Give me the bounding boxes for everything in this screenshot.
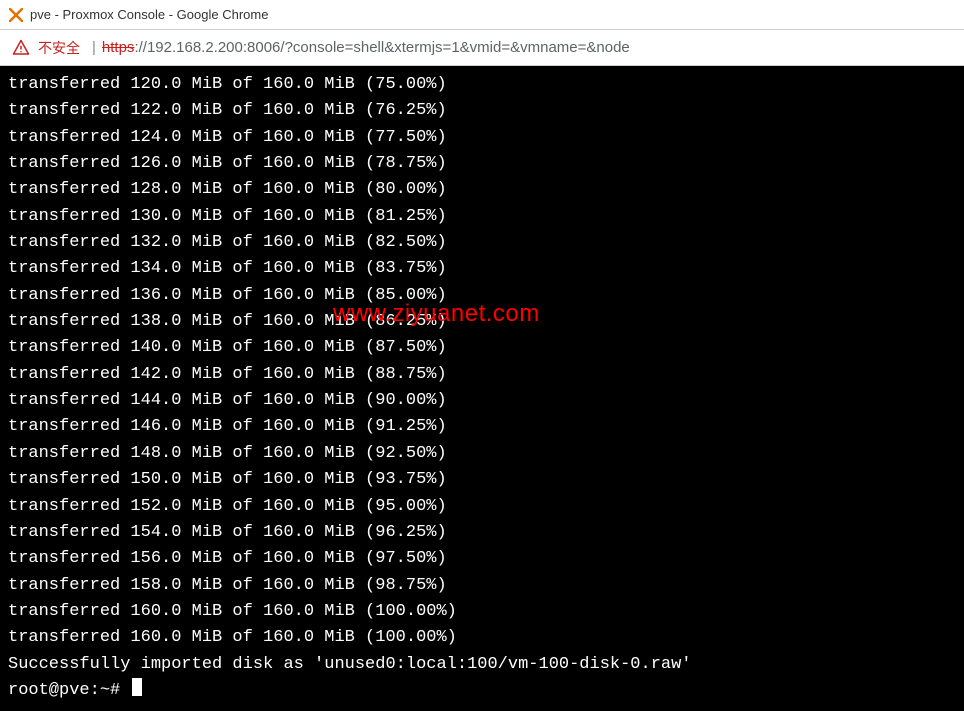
- prompt-user: root@pve: [8, 681, 90, 700]
- prompt-path: ~: [100, 681, 110, 700]
- window-title-bar: pve - Proxmox Console - Google Chrome: [0, 0, 964, 30]
- terminal-line: transferred 160.0 MiB of 160.0 MiB (100.…: [8, 599, 956, 625]
- terminal-line: transferred 134.0 MiB of 160.0 MiB (83.7…: [8, 256, 956, 282]
- terminal-line: transferred 132.0 MiB of 160.0 MiB (82.5…: [8, 230, 956, 256]
- warning-icon: [12, 39, 30, 57]
- terminal-line: transferred 148.0 MiB of 160.0 MiB (92.5…: [8, 441, 956, 467]
- address-divider: |: [92, 39, 96, 56]
- terminal-line: transferred 142.0 MiB of 160.0 MiB (88.7…: [8, 362, 956, 388]
- not-secure-label: 不安全: [38, 38, 80, 58]
- terminal-line: transferred 144.0 MiB of 160.0 MiB (90.0…: [8, 388, 956, 414]
- terminal-line: transferred 124.0 MiB of 160.0 MiB (77.5…: [8, 125, 956, 151]
- terminal-line: transferred 138.0 MiB of 160.0 MiB (86.2…: [8, 309, 956, 335]
- terminal-line: transferred 120.0 MiB of 160.0 MiB (75.0…: [8, 72, 956, 98]
- terminal-line: transferred 152.0 MiB of 160.0 MiB (95.0…: [8, 494, 956, 520]
- terminal-line: transferred 122.0 MiB of 160.0 MiB (76.2…: [8, 98, 956, 124]
- terminal-line: transferred 156.0 MiB of 160.0 MiB (97.5…: [8, 546, 956, 572]
- terminal-line: transferred 140.0 MiB of 160.0 MiB (87.5…: [8, 335, 956, 361]
- terminal-line: transferred 136.0 MiB of 160.0 MiB (85.0…: [8, 283, 956, 309]
- terminal-line: transferred 146.0 MiB of 160.0 MiB (91.2…: [8, 414, 956, 440]
- terminal-line: transferred 128.0 MiB of 160.0 MiB (80.0…: [8, 177, 956, 203]
- terminal-line: transferred 150.0 MiB of 160.0 MiB (93.7…: [8, 467, 956, 493]
- terminal-line: transferred 126.0 MiB of 160.0 MiB (78.7…: [8, 151, 956, 177]
- url-display[interactable]: https://192.168.2.200:8006/?console=shel…: [102, 39, 630, 56]
- url-rest: ://192.168.2.200:8006/?console=shell&xte…: [134, 39, 629, 56]
- terminal-cursor: [132, 678, 142, 696]
- url-protocol: https: [102, 39, 135, 56]
- terminal-output[interactable]: transferred 120.0 MiB of 160.0 MiB (75.0…: [0, 66, 964, 711]
- terminal-prompt[interactable]: root@pve:~#: [8, 678, 956, 704]
- terminal-line: transferred 154.0 MiB of 160.0 MiB (96.2…: [8, 520, 956, 546]
- terminal-line: transferred 160.0 MiB of 160.0 MiB (100.…: [8, 625, 956, 651]
- app-x-icon: [8, 7, 24, 23]
- window-title: pve - Proxmox Console - Google Chrome: [30, 7, 268, 22]
- terminal-line: transferred 158.0 MiB of 160.0 MiB (98.7…: [8, 573, 956, 599]
- terminal-line: transferred 130.0 MiB of 160.0 MiB (81.2…: [8, 204, 956, 230]
- address-bar[interactable]: 不安全 | https://192.168.2.200:8006/?consol…: [0, 30, 964, 66]
- terminal-success-line: Successfully imported disk as 'unused0:l…: [8, 652, 956, 678]
